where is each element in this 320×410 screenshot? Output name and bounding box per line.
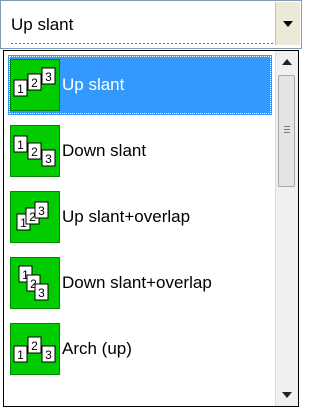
layout-combobox[interactable]: Up slant [0, 0, 302, 49]
grip-line [284, 126, 290, 127]
options-list: 1 2 3 Up slant 1 2 3 Down slant 1 2 3 Up… [4, 51, 276, 406]
grip-line [284, 132, 290, 133]
option-label: Up slant [62, 75, 125, 94]
option-down-slant-overlap[interactable]: 1 2 3 Down slant+overlap [8, 253, 272, 313]
arch-up-icon: 1 2 3 [10, 323, 60, 375]
option-label: Arch (up) [62, 339, 132, 358]
option-arch-up[interactable]: 1 2 3 Arch (up) [8, 319, 272, 379]
svg-text:2: 2 [31, 145, 38, 159]
scroll-down-button[interactable] [277, 385, 297, 405]
svg-text:3: 3 [38, 286, 45, 300]
dropdown-toggle-button[interactable] [275, 2, 300, 45]
svg-text:1: 1 [17, 138, 24, 152]
arrow-up-icon [282, 59, 292, 65]
option-down-slant[interactable]: 1 2 3 Down slant [8, 121, 272, 181]
down-slant-icon: 1 2 3 [10, 125, 60, 177]
option-label: Down slant+overlap [62, 273, 212, 292]
up-slant-overlap-icon: 1 2 3 [10, 191, 60, 243]
svg-text:3: 3 [45, 348, 52, 362]
option-up-slant-overlap[interactable]: 1 2 3 Up slant+overlap [8, 187, 272, 247]
arrow-down-icon [282, 392, 292, 398]
vertical-scrollbar[interactable] [275, 51, 298, 406]
svg-text:3: 3 [38, 204, 45, 218]
up-slant-icon: 1 2 3 [10, 59, 60, 111]
option-label: Up slant+overlap [62, 207, 191, 226]
combo-selected-value: Up slant [11, 15, 74, 34]
focus-dotted-underline [11, 43, 273, 44]
scroll-thumb[interactable] [278, 75, 295, 187]
grip-line [284, 129, 290, 130]
dropdown-list: 1 2 3 Up slant 1 2 3 Down slant 1 2 3 Up… [3, 50, 299, 407]
svg-text:3: 3 [45, 70, 52, 84]
svg-text:3: 3 [45, 152, 52, 166]
svg-text:2: 2 [31, 339, 38, 353]
option-label: Down slant [62, 141, 147, 160]
chevron-down-icon [283, 21, 293, 27]
svg-text:2: 2 [31, 76, 38, 90]
svg-text:1: 1 [17, 348, 24, 362]
svg-text:1: 1 [17, 82, 24, 96]
scroll-up-button[interactable] [277, 52, 297, 72]
option-up-slant[interactable]: 1 2 3 Up slant [8, 55, 272, 115]
down-slant-overlap-icon: 1 2 3 [10, 257, 60, 309]
